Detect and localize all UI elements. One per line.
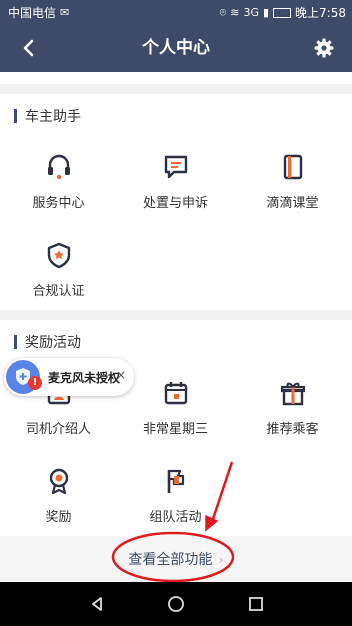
mic-permission-text: 麦克风未授权: [48, 371, 121, 385]
section-header: 奖励活动: [14, 332, 81, 352]
section-title: 车主助手: [25, 109, 81, 125]
tile-label: 服务中心: [32, 196, 85, 211]
tile-label: 组队活动: [149, 510, 202, 525]
tile-label: 推荐乘客: [266, 422, 319, 437]
phone-book-icon: [283, 154, 302, 180]
signal-icon: ▮: [262, 5, 270, 19]
tile-compliance-certification[interactable]: 合规认证: [0, 240, 117, 299]
mic-permission-banner[interactable]: ! 麦克风未授权 ×: [4, 358, 134, 396]
tile-reward[interactable]: 奖励: [0, 466, 117, 525]
section-car-owner-assistant: 车主助手 服务中心 处置与申诉 滴滴课堂 合规认证: [0, 94, 352, 310]
battery-icon: [273, 7, 292, 18]
page-title: 个人中心: [142, 38, 210, 58]
tile-label: 司机介绍人: [25, 422, 91, 437]
tile-label: 非常星期三: [142, 422, 208, 437]
clock: 晚上7:58: [295, 6, 346, 20]
shield-star-icon: [47, 242, 70, 269]
warning-badge: !: [28, 376, 42, 390]
nav-home-button[interactable]: [162, 590, 190, 618]
tile-recommend-passenger[interactable]: 推荐乘客: [234, 378, 351, 437]
headset-icon: [47, 154, 70, 180]
app-header: 个人中心: [0, 24, 352, 72]
tile-label: 处置与申诉: [142, 196, 208, 211]
nav-recents-button[interactable]: [242, 590, 270, 618]
flag-icon: [167, 469, 184, 493]
settings-button[interactable]: [310, 34, 338, 62]
tile-label: 滴滴课堂: [266, 196, 319, 211]
notification-icon: ✉: [60, 5, 70, 19]
tile-service-center[interactable]: 服务中心: [0, 152, 117, 211]
nav-back-button[interactable]: [83, 590, 111, 618]
network-label: 3G: [243, 5, 259, 19]
tile-disposal-appeal[interactable]: 处置与申诉: [117, 152, 234, 211]
section-bar: [14, 335, 17, 349]
view-all-link[interactable]: 查看全部功能: [128, 549, 212, 569]
status-bar: 中国电信 ✉ ⌾ ≋ 3G ▮ 晚上7:58: [0, 0, 352, 24]
top-strip: [0, 72, 352, 84]
section-title: 奖励活动: [25, 335, 81, 351]
carrier-label: 中国电信: [8, 6, 57, 20]
circle-home-icon: [168, 596, 184, 612]
tile-team-activity[interactable]: 组队活动: [117, 466, 234, 525]
tile-label: 奖励: [45, 510, 72, 525]
location-icon: ⌾: [219, 5, 227, 19]
section-header: 车主助手: [14, 106, 81, 126]
calendar-icon: [164, 382, 187, 405]
square-recents-icon: [249, 597, 263, 611]
tile-didi-classroom[interactable]: 滴滴课堂: [234, 152, 351, 211]
chevron-right-icon: ›: [218, 553, 224, 568]
system-nav-bar: [0, 582, 352, 626]
close-icon[interactable]: ×: [116, 368, 126, 382]
gear-icon: [314, 38, 334, 58]
section-bar: [14, 109, 17, 123]
tile-special-wednesday[interactable]: 非常星期三: [117, 378, 234, 437]
view-all-row[interactable]: 查看全部功能 ›: [0, 536, 352, 582]
section-reward-activities: 奖励活动 司机介绍人 非常星期三 推荐乘客 奖励 组队活动: [0, 320, 352, 536]
main-content: 车主助手 服务中心 处置与申诉 滴滴课堂 合规认证 奖励活动 司机介绍人 非常星…: [0, 72, 352, 582]
medal-icon: [49, 468, 68, 495]
wifi-icon: ≋: [230, 5, 240, 19]
gift-icon: [280, 382, 305, 406]
message-icon: [164, 155, 187, 179]
tile-label: 合规认证: [32, 284, 85, 299]
triangle-back-icon: [92, 597, 102, 611]
